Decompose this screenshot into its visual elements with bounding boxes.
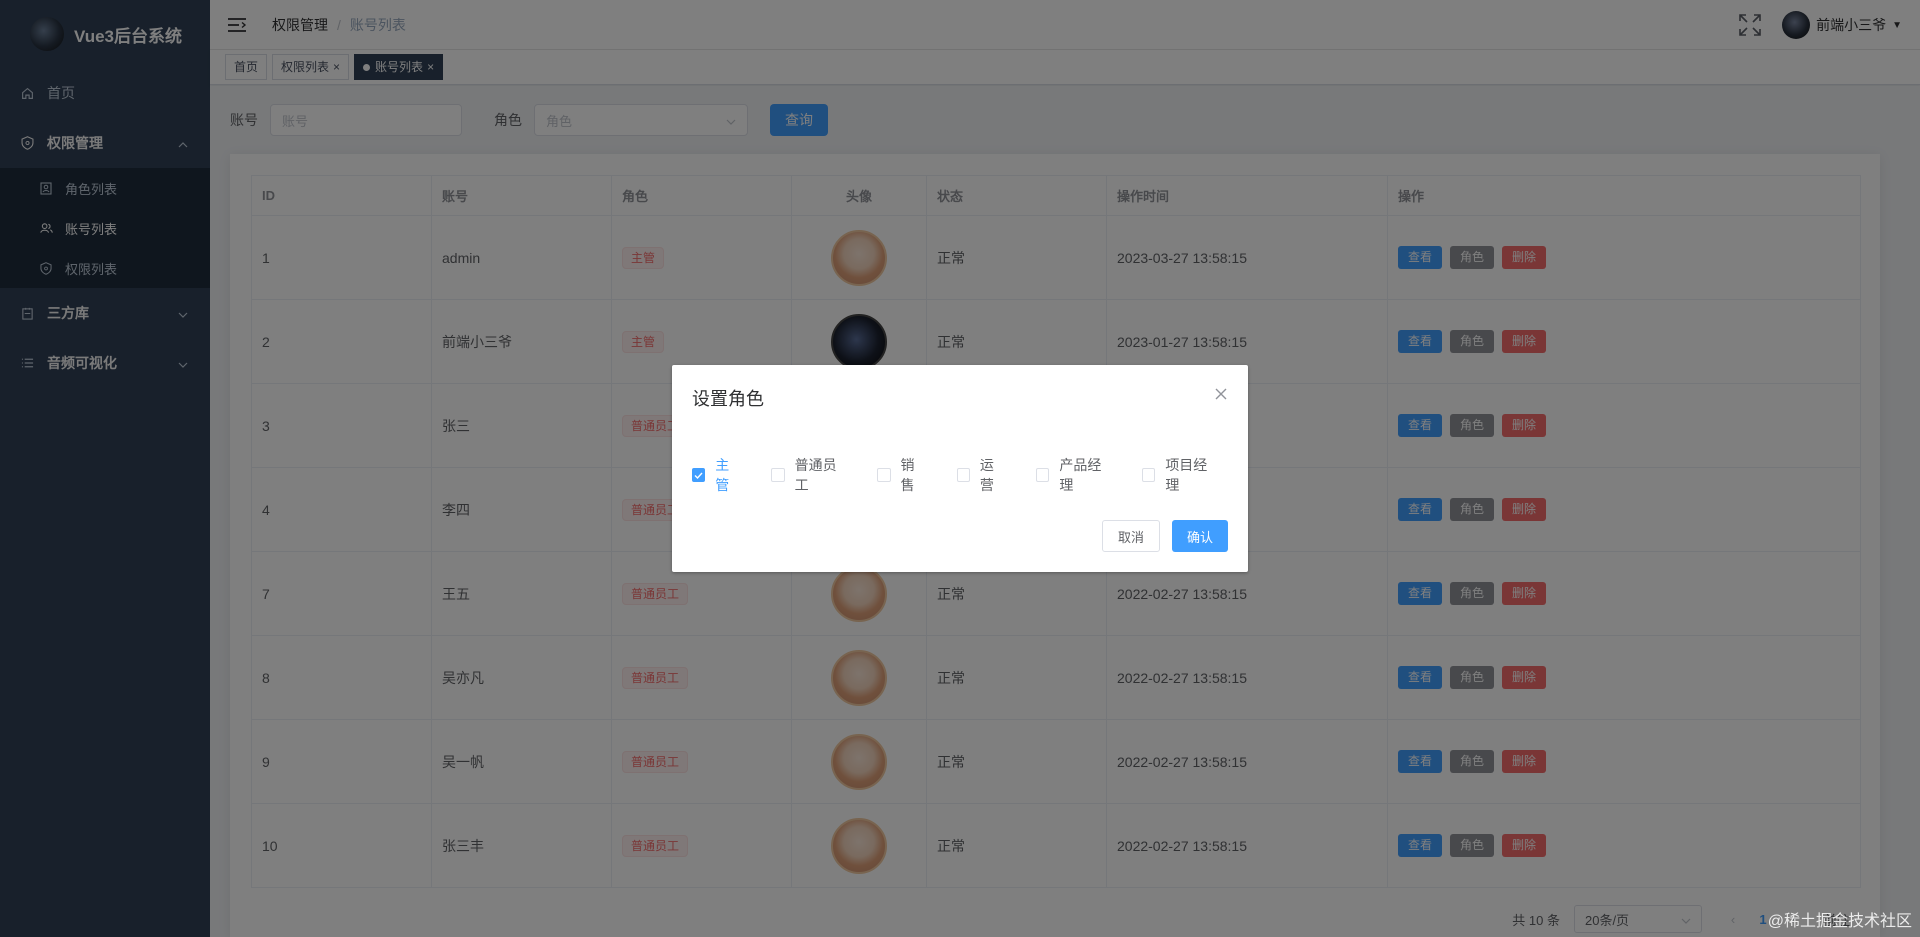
checkbox-role-project-manager[interactable]: 项目经理: [1142, 455, 1218, 495]
checkbox-label: 销售: [900, 457, 915, 493]
dialog-footer: 取消 确认: [1101, 520, 1228, 552]
checkbox-role-supervisor[interactable]: 主管: [692, 455, 741, 495]
set-role-dialog: 设置角色 主管 普通员工 销售 运营 产品经理 项目经理 取消 确认: [672, 365, 1248, 572]
watermark: @稀土掘金技术社区: [1767, 913, 1912, 930]
confirm-button[interactable]: 确认: [1171, 520, 1228, 552]
checkbox-label: 产品经理: [1059, 457, 1102, 493]
checkbox-checked-icon: [692, 468, 706, 482]
checkbox-role-operations[interactable]: 运营: [956, 455, 1006, 495]
checkbox-box: [877, 468, 891, 482]
role-checkbox-group: 主管 普通员工 销售 运营 产品经理 项目经理: [692, 455, 1248, 495]
checkbox-role-sales[interactable]: 销售: [877, 455, 926, 495]
dialog-title: 设置角色: [692, 389, 764, 409]
checkbox-label: 主管: [715, 457, 730, 493]
checkbox-role-product-manager[interactable]: 产品经理: [1036, 455, 1112, 495]
checkbox-role-staff[interactable]: 普通员工: [771, 455, 847, 495]
checkbox-box: [956, 468, 970, 482]
checkbox-box: [771, 468, 785, 482]
checkbox-label: 普通员工: [794, 457, 837, 493]
cancel-button[interactable]: 取消: [1101, 520, 1160, 552]
checkbox-label: 运营: [979, 457, 994, 493]
close-icon[interactable]: [1214, 387, 1228, 401]
checkbox-label: 项目经理: [1165, 457, 1208, 493]
checkbox-box: [1142, 468, 1156, 482]
checkbox-box: [1036, 468, 1050, 482]
